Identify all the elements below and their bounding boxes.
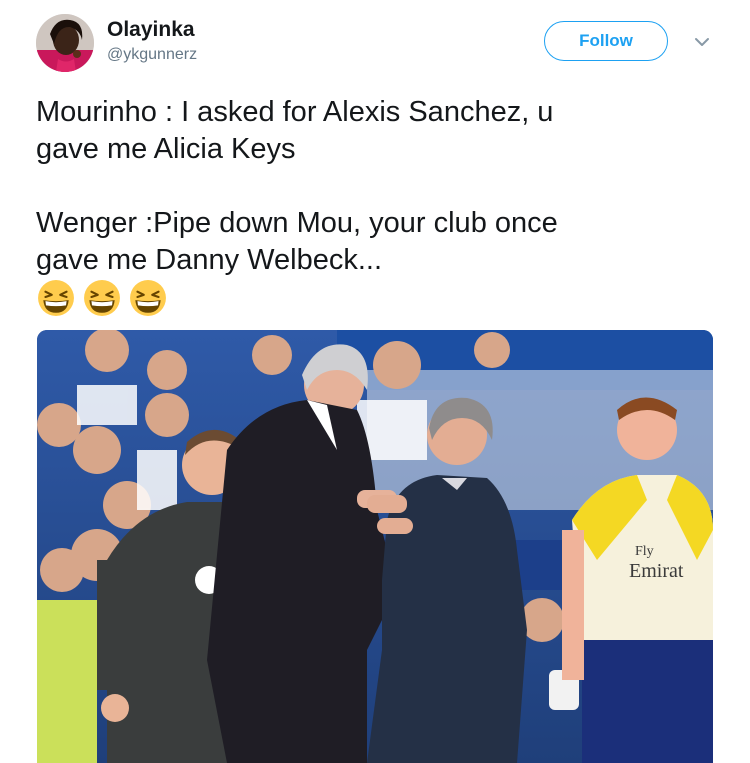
tweet-line: Wenger :Pipe down Mou, your club once	[36, 207, 558, 239]
user-handle[interactable]: @ykgunnerz	[107, 46, 197, 64]
shirt-sponsor-line2: Emirat	[629, 560, 684, 582]
follow-button[interactable]: Follow	[544, 21, 668, 61]
grinning-squinting-face-icon	[38, 280, 74, 316]
display-name[interactable]: Olayinka	[107, 18, 195, 42]
avatar[interactable]	[36, 14, 94, 72]
grinning-squinting-face-icon	[84, 280, 120, 316]
emoji-row	[37, 279, 167, 317]
shirt-sponsor-line1: Fly	[635, 544, 654, 559]
tweet-photo[interactable]: Fly Emirat	[37, 330, 713, 763]
grinning-squinting-face-icon	[130, 280, 166, 316]
tweet-line: Mourinho : I asked for Alexis Sanchez, u	[36, 96, 554, 128]
tweet-line: gave me Alicia Keys	[36, 133, 296, 165]
tweet-line: gave me Danny Welbeck...	[36, 244, 383, 276]
tweet-text: Mourinho : I asked for Alexis Sanchez, u…	[36, 94, 726, 279]
chevron-down-icon[interactable]	[689, 31, 715, 53]
